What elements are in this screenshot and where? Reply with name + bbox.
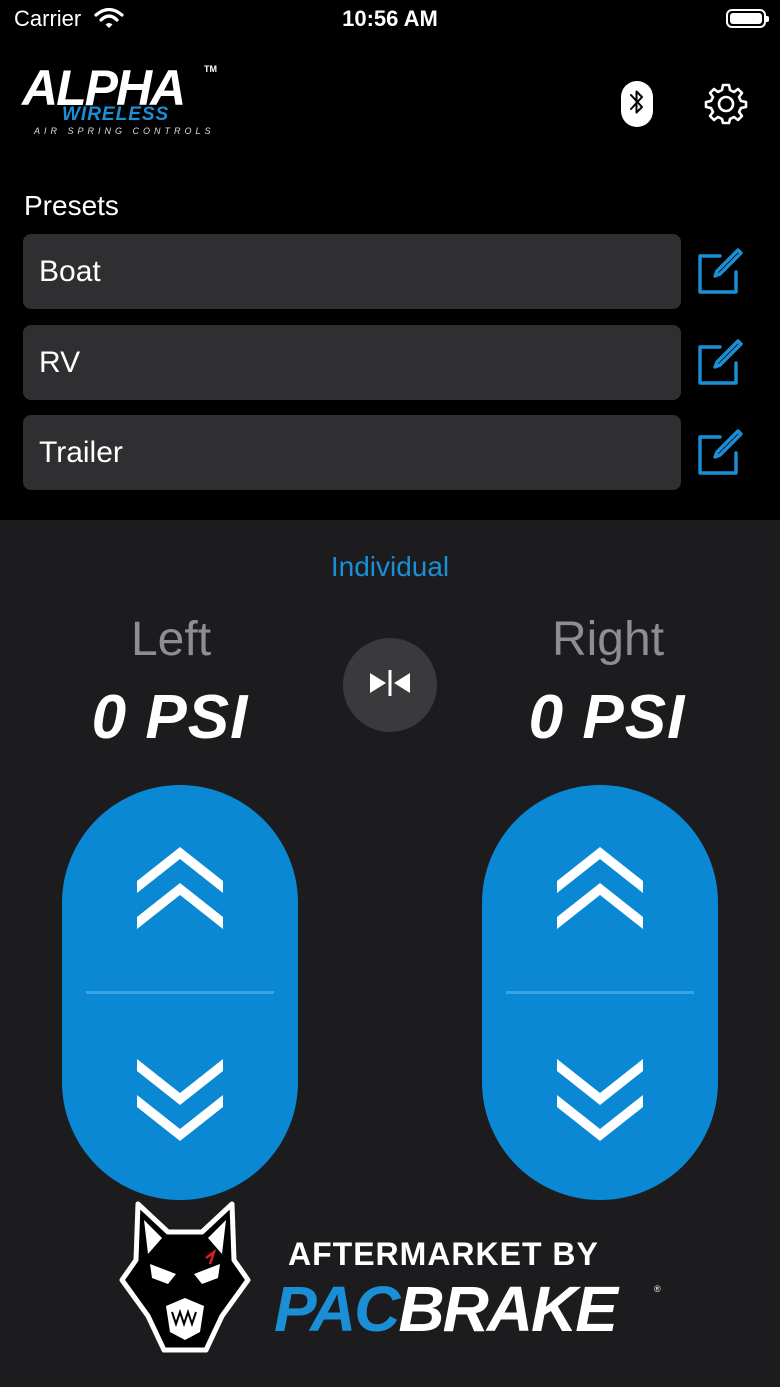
pill-divider [506,991,694,994]
bluetooth-icon [629,88,645,121]
registered-mark: ® [654,1284,661,1294]
right-raise-button[interactable] [554,843,646,940]
right-lower-button[interactable] [554,1055,646,1152]
battery-icon [726,9,769,28]
logo-wireless-text: WIRELESS [62,104,170,125]
status-bar: Carrier 10:56 AM [0,0,780,40]
double-chevron-up-icon [557,847,643,929]
double-chevron-down-icon [557,1059,643,1141]
double-chevron-down-icon [137,1059,223,1141]
wolf-logo-icon [110,1198,260,1363]
preset-item-rv[interactable]: RV [23,325,681,400]
pill-divider [86,991,274,994]
pacbrake-brand-logo: AFTERMARKET BY PACBRAKE ® [110,1198,670,1368]
left-control-pill [62,785,298,1200]
clock: 10:56 AM [342,6,438,31]
left-side-label: Left [130,613,212,666]
preset-label: RV [39,346,81,379]
edit-icon [696,339,744,390]
edit-preset-rv-button[interactable] [696,338,744,386]
link-arrows-icon [367,668,413,703]
settings-button[interactable] [704,82,748,126]
left-lower-button[interactable] [134,1055,226,1152]
edit-preset-boat-button[interactable] [696,247,744,295]
pacbrake-part-brake: BRAKE [398,1273,618,1345]
preset-item-trailer[interactable]: Trailer [23,415,681,490]
edit-preset-trailer-button[interactable] [696,428,744,476]
edit-icon [696,248,744,299]
double-chevron-up-icon [137,847,223,929]
presets-heading: Presets [24,190,119,221]
bluetooth-button[interactable] [621,81,653,127]
edit-icon [696,429,744,480]
left-pressure-readout: 0 PSI [91,683,249,752]
alpha-wireless-logo: ALPHA TM WIRELESS AIR SPRING CONTROLS [22,60,222,142]
gear-icon [704,83,748,130]
mode-toggle-individual[interactable]: Individual [0,551,780,583]
pacbrake-part-pac: PAC [274,1273,400,1345]
preset-label: Boat [39,255,101,288]
aftermarket-by-text: AFTERMARKET BY [288,1236,599,1272]
right-side-label: Right [551,613,665,666]
right-control-pill [482,785,718,1200]
logo-subtitle: AIR SPRING CONTROLS [34,126,215,136]
preset-item-boat[interactable]: Boat [23,234,681,309]
right-pressure-readout: 0 PSI [528,683,686,752]
pacbrake-wordmark: PACBRAKE [274,1272,618,1346]
link-sides-button[interactable] [343,638,437,732]
left-raise-button[interactable] [134,843,226,940]
logo-tm: TM [204,64,217,74]
preset-label: Trailer [39,436,123,469]
